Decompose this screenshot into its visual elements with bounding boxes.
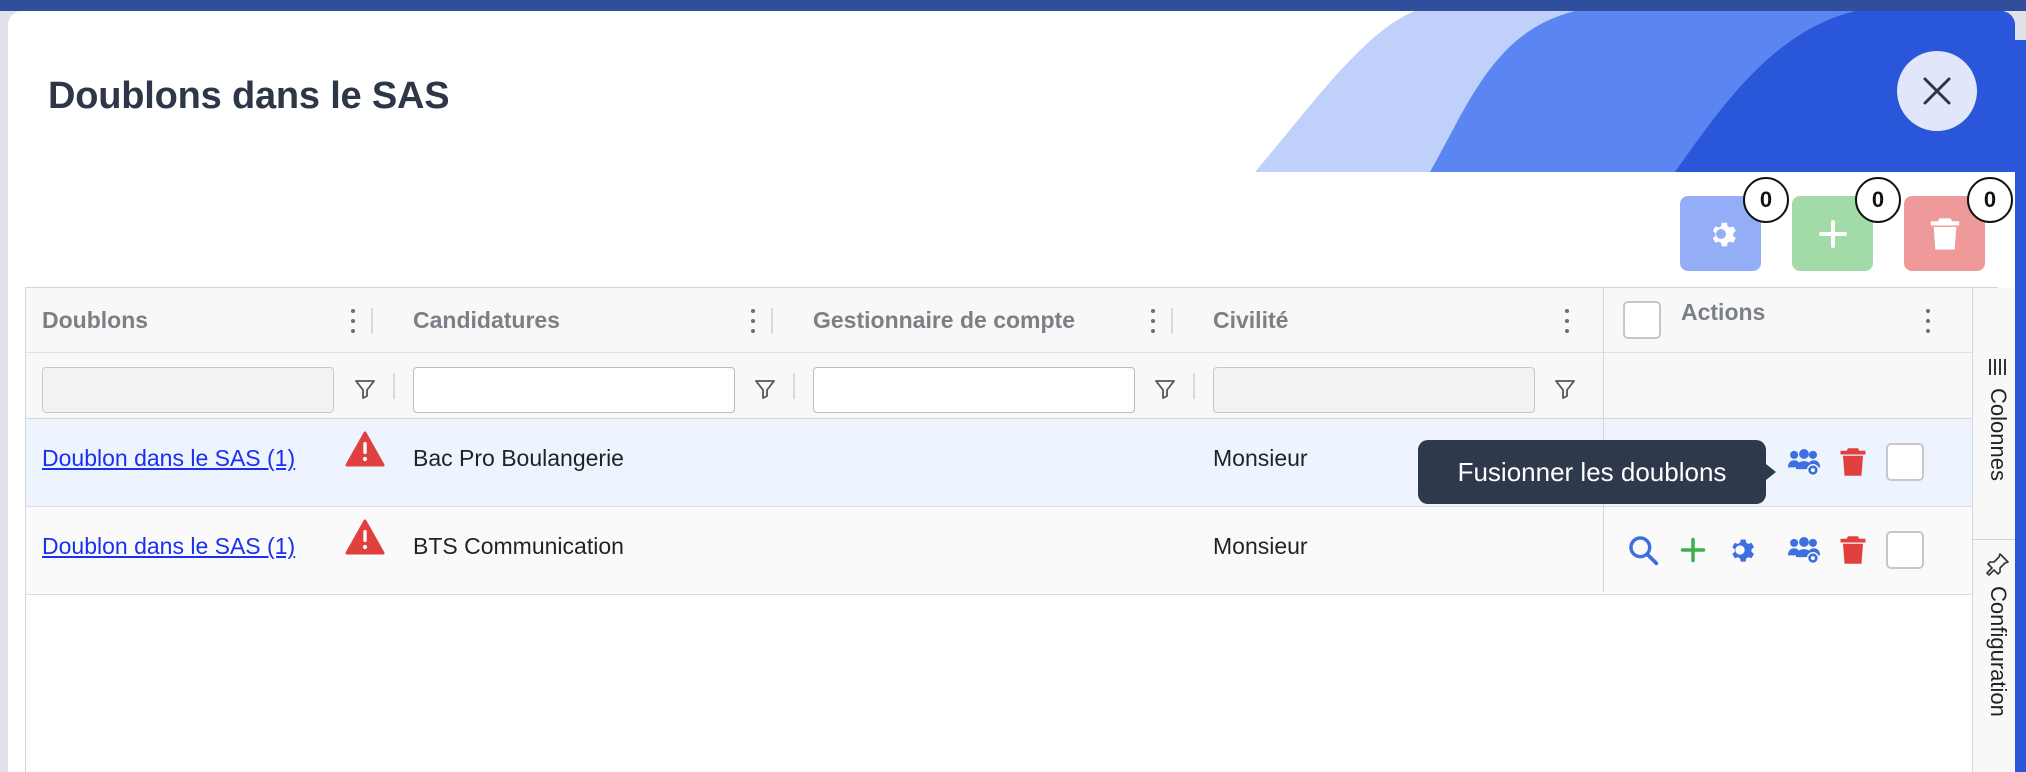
- column-menu-icon[interactable]: [1148, 309, 1158, 333]
- filter-funnel-icon[interactable]: [753, 377, 777, 401]
- column-resize-handle[interactable]: [371, 308, 373, 334]
- users-gear-icon: [1787, 449, 1821, 477]
- filter-candidatures-input[interactable]: [413, 367, 735, 413]
- search-icon: [1629, 536, 1659, 566]
- filter-civilite-input[interactable]: [1213, 367, 1535, 413]
- filter-funnel-icon[interactable]: [1153, 377, 1177, 401]
- plus-icon: [1818, 219, 1847, 248]
- delete-toolbar-button[interactable]: 0: [1904, 177, 2013, 271]
- column-header-doublons[interactable]: Doublons: [42, 288, 148, 353]
- filter-doublons-input[interactable]: [42, 367, 334, 413]
- column-header-civilite[interactable]: Civilité: [1213, 288, 1288, 353]
- column-header-gestionnaire[interactable]: Gestionnaire de compte: [813, 288, 1075, 353]
- pin-icon: [1986, 553, 2009, 576]
- civilite-cell: Monsieur: [1213, 445, 1308, 471]
- duplicate-link[interactable]: Doublon dans le SAS (1): [42, 533, 295, 560]
- settings-row-button[interactable]: [1723, 533, 1757, 567]
- delete-row-button[interactable]: [1836, 445, 1870, 479]
- column-resize-handle[interactable]: [771, 308, 773, 334]
- filter-funnel-icon[interactable]: [353, 377, 377, 401]
- merge-duplicates-button[interactable]: [1787, 445, 1821, 479]
- column-menu-icon[interactable]: [1562, 309, 1572, 333]
- trash-icon: [1840, 536, 1866, 564]
- duplicates-modal: Doublons dans le SAS 0 0 0 Doublons Cand…: [8, 11, 2015, 772]
- row-select-checkbox[interactable]: [1886, 531, 1924, 569]
- modal-title: Doublons dans le SAS: [48, 75, 450, 117]
- gear-icon: [1712, 222, 1736, 246]
- count-badge: 0: [1855, 177, 1901, 223]
- column-header-candidatures[interactable]: Candidatures: [413, 288, 560, 353]
- column-resize-handle[interactable]: [1171, 308, 1173, 334]
- close-button[interactable]: [1897, 51, 1977, 131]
- count-badge: 0: [1967, 177, 2013, 223]
- warning-icon: [345, 519, 385, 555]
- candidature-cell: Bac Pro Boulangerie: [413, 445, 624, 471]
- gear-icon: [1732, 539, 1754, 562]
- settings-toolbar-button[interactable]: 0: [1680, 177, 1789, 271]
- delete-row-button[interactable]: [1836, 533, 1870, 567]
- candidature-cell: BTS Communication: [413, 533, 624, 559]
- trash-icon: [1840, 448, 1866, 476]
- add-toolbar-button[interactable]: 0: [1792, 177, 1901, 271]
- merge-tooltip: Fusionner les doublons: [1418, 440, 1776, 504]
- columns-icon: [1989, 359, 2006, 375]
- civilite-cell: Monsieur: [1213, 533, 1308, 559]
- backdrop-topbar: [0, 0, 2026, 11]
- close-icon: [1923, 77, 1951, 105]
- side-tab-label: Configuration: [1986, 586, 2011, 717]
- row-select-checkbox[interactable]: [1886, 443, 1924, 481]
- add-row-button[interactable]: [1676, 533, 1710, 567]
- warning-icon: [345, 431, 385, 467]
- column-menu-icon[interactable]: [348, 309, 358, 333]
- side-tab-colonnes[interactable]: Colonnes: [1973, 348, 2015, 540]
- plus-icon: [1680, 537, 1706, 563]
- filter-gestionnaire-input[interactable]: [813, 367, 1135, 413]
- grid-filter-row: [26, 353, 1972, 419]
- column-divider: [393, 373, 395, 399]
- merge-duplicates-button[interactable]: [1787, 533, 1821, 567]
- view-row-button[interactable]: [1626, 533, 1660, 567]
- column-divider: [1193, 373, 1195, 399]
- users-gear-icon: [1787, 537, 1821, 565]
- side-tab-label: Colonnes: [1986, 388, 2011, 481]
- grid-header: Doublons Candidatures Gestionnaire de co…: [26, 288, 1972, 353]
- side-tab-configuration[interactable]: Configuration: [1973, 544, 2015, 772]
- filter-funnel-icon[interactable]: [1553, 377, 1577, 401]
- duplicates-grid: Doublons Candidatures Gestionnaire de co…: [25, 287, 2015, 772]
- column-menu-icon[interactable]: [1923, 309, 1933, 333]
- select-all-checkbox[interactable]: [1623, 301, 1661, 339]
- trash-icon: [1930, 217, 1959, 250]
- column-header-actions[interactable]: Actions: [1681, 280, 1765, 345]
- count-badge: 0: [1743, 177, 1789, 223]
- column-divider: [793, 373, 795, 399]
- table-row[interactable]: Doublon dans le SAS (1) BTS Communicatio…: [26, 507, 1972, 595]
- grid-side-panel: Colonnes Configuration: [1972, 288, 2015, 772]
- duplicate-link[interactable]: Doublon dans le SAS (1): [42, 445, 295, 472]
- column-menu-icon[interactable]: [748, 309, 758, 333]
